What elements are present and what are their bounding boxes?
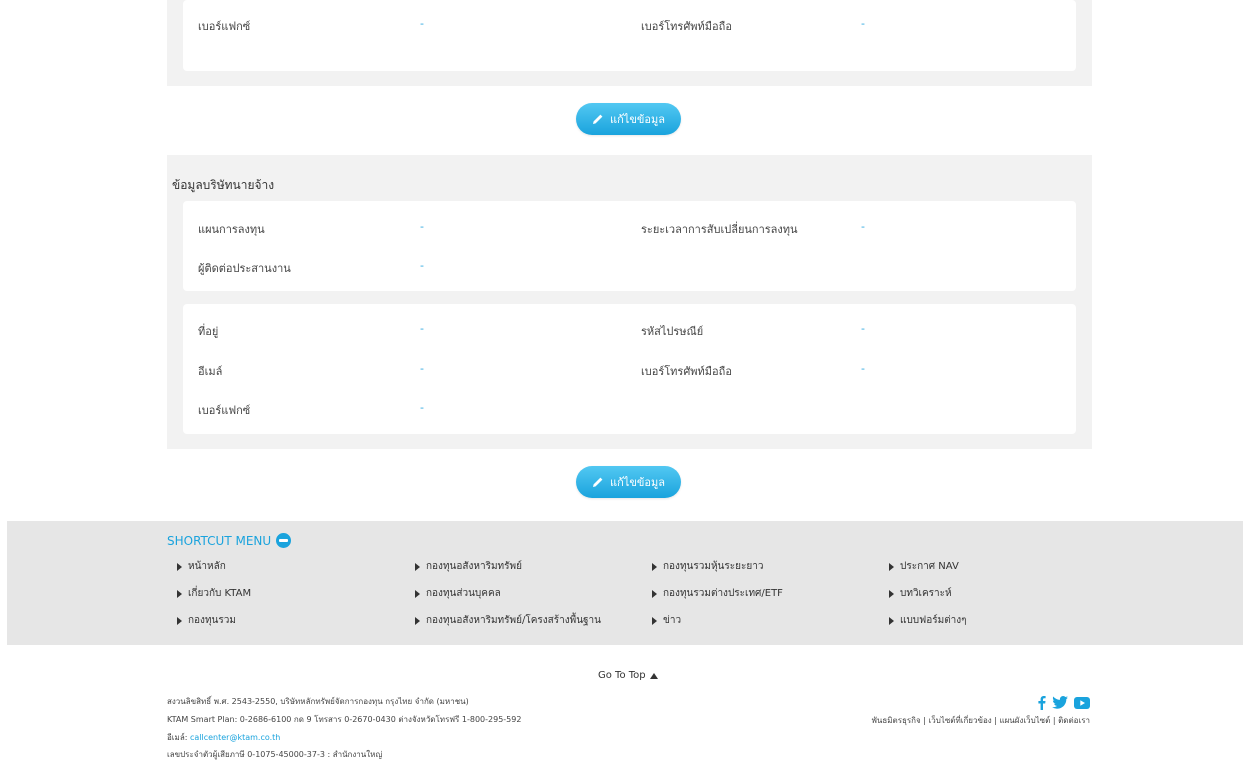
field-value: - xyxy=(861,322,865,335)
edit-employer-button[interactable]: แก้ไขข้อมูล xyxy=(576,466,681,498)
contact-text: KTAM Smart Plan: 0-2686-6100 กด 9 โทรสาร… xyxy=(167,715,522,724)
email-link[interactable]: callcenter@ktam.co.th xyxy=(190,733,280,742)
arrow-right-icon xyxy=(415,562,420,571)
field-value: - xyxy=(420,322,424,335)
shortcut-item[interactable]: กองทุนรวม xyxy=(177,613,236,628)
go-to-top-link[interactable]: Go To Top xyxy=(598,670,658,681)
investment-card: แผนการลงทุน - ระยะเวลาการสับเปลี่ยนการลง… xyxy=(183,201,1076,291)
shortcut-item-label: กองทุนรวมต่างประเทศ/ETF xyxy=(663,588,783,599)
field-label: ผู้ติดต่อประสานงาน xyxy=(198,262,291,275)
arrow-right-icon xyxy=(177,616,182,625)
shortcut-item[interactable]: กองทุนส่วนบุคคล xyxy=(415,586,501,601)
field-label: ระยะเวลาการสับเปลี่ยนการลงทุน xyxy=(641,223,798,236)
arrow-right-icon xyxy=(177,589,182,598)
field-value: - xyxy=(420,220,424,233)
caret-up-icon xyxy=(649,672,658,679)
field-value: - xyxy=(420,17,424,30)
copyright-text: สงวนลิขสิทธิ์ พ.ศ. 2543-2550, บริษัทหลัก… xyxy=(167,697,469,706)
field-value: - xyxy=(861,17,865,30)
edit-info-label: แก้ไขข้อมูล xyxy=(610,113,665,126)
shortcut-title-text: SHORTCUT MENU xyxy=(167,533,272,548)
arrow-right-icon xyxy=(177,562,182,571)
field-label: เบอร์แฟกซ์ xyxy=(198,404,251,417)
pencil-icon xyxy=(593,477,603,487)
shortcut-item[interactable]: ประกาศ NAV xyxy=(889,559,959,574)
arrow-right-icon xyxy=(889,562,894,571)
field-value: - xyxy=(420,362,424,375)
employer-info-panel: ข้อมูลบริษัทนายจ้าง แผนการลงทุน - ระยะเว… xyxy=(167,155,1092,449)
shortcut-item[interactable]: กองทุนรวมต่างประเทศ/ETF xyxy=(652,586,783,601)
field-value: - xyxy=(420,401,424,414)
shortcut-menu: SHORTCUT MENU หน้าหลัก กองทุนอสังหาริมทร… xyxy=(7,521,1243,645)
collapse-icon[interactable] xyxy=(276,533,292,548)
edit-employer-label: แก้ไขข้อมูล xyxy=(610,476,665,489)
shortcut-item[interactable]: กองทุนอสังหาริมทรัพย์ xyxy=(415,559,522,574)
facebook-icon[interactable] xyxy=(1037,695,1046,710)
shortcut-item-label: บทวิเคราะห์ xyxy=(900,588,952,599)
shortcut-item[interactable]: บทวิเคราะห์ xyxy=(889,586,952,601)
shortcut-item-label: แบบฟอร์มต่างๆ xyxy=(900,615,967,626)
go-to-top-label: Go To Top xyxy=(598,670,646,681)
shortcut-item-label: กองทุนรวมหุ้นระยะยาว xyxy=(663,561,764,572)
field-value: - xyxy=(861,362,865,375)
field-label: ที่อยู่ xyxy=(198,325,219,338)
shortcut-item-label: ประกาศ NAV xyxy=(900,561,959,572)
field-label: เบอร์โทรศัพท์มือถือ xyxy=(641,365,732,378)
shortcut-item-label: กองทุนอสังหาริมทรัพย์/โครงสร้างพื้นฐาน xyxy=(426,615,601,626)
address-card: ที่อยู่ - รหัสไปรษณีย์ - อีเมล์ - เบอร์โ… xyxy=(183,304,1076,434)
field-label: เบอร์โทรศัพท์มือถือ xyxy=(641,20,732,33)
arrow-right-icon xyxy=(415,616,420,625)
field-label: อีเมล์ xyxy=(198,365,223,378)
shortcut-item[interactable]: เกี่ยวกับ KTAM xyxy=(177,586,251,601)
pencil-icon xyxy=(593,114,603,124)
contact-info-card: เบอร์แฟกซ์ - เบอร์โทรศัพท์มือถือ - xyxy=(183,0,1076,71)
shortcut-item-label: กองทุนส่วนบุคคล xyxy=(426,588,501,599)
arrow-right-icon xyxy=(652,589,657,598)
email-label: อีเมล์: xyxy=(167,733,188,742)
email-line: อีเมล์: callcenter@ktam.co.th xyxy=(167,731,280,744)
arrow-right-icon xyxy=(652,562,657,571)
footer-links[interactable]: พันธมิตรธุรกิจ | เว็บไซต์ที่เกี่ยวข้อง |… xyxy=(872,714,1090,727)
edit-info-button[interactable]: แก้ไขข้อมูล xyxy=(576,103,681,135)
shortcut-item-label: หน้าหลัก xyxy=(188,561,226,572)
shortcut-item[interactable]: กองทุนอสังหาริมทรัพย์/โครงสร้างพื้นฐาน xyxy=(415,613,601,628)
shortcut-item[interactable]: กองทุนรวมหุ้นระยะยาว xyxy=(652,559,763,574)
shortcut-item[interactable]: หน้าหลัก xyxy=(177,559,226,574)
twitter-icon[interactable] xyxy=(1052,696,1068,709)
field-label: รหัสไปรษณีย์ xyxy=(641,325,704,338)
shortcut-item[interactable]: ข่าว xyxy=(652,613,681,628)
field-value: - xyxy=(861,220,865,233)
field-value: - xyxy=(420,259,424,272)
arrow-right-icon xyxy=(652,616,657,625)
arrow-right-icon xyxy=(889,589,894,598)
contact-info-panel: เบอร์แฟกซ์ - เบอร์โทรศัพท์มือถือ - xyxy=(167,0,1092,86)
youtube-icon[interactable] xyxy=(1074,696,1090,709)
field-label: แผนการลงทุน xyxy=(198,223,265,236)
shortcut-menu-title[interactable]: SHORTCUT MENU xyxy=(167,533,292,548)
shortcut-item-label: เกี่ยวกับ KTAM xyxy=(188,588,252,599)
arrow-right-icon xyxy=(889,616,894,625)
field-label: เบอร์แฟกซ์ xyxy=(198,20,251,33)
shortcut-item-label: กองทุนอสังหาริมทรัพย์ xyxy=(426,561,522,572)
section-title: ข้อมูลบริษัทนายจ้าง xyxy=(172,178,275,192)
shortcut-item-label: กองทุนรวม xyxy=(188,615,236,626)
arrow-right-icon xyxy=(415,589,420,598)
shortcut-item-label: ข่าว xyxy=(663,615,682,626)
social-links xyxy=(1037,695,1090,710)
shortcut-item[interactable]: แบบฟอร์มต่างๆ xyxy=(889,613,967,628)
tax-id-text: เลขประจำตัวผู้เสียภาษี 0-1075-45000-37-3… xyxy=(167,750,383,759)
